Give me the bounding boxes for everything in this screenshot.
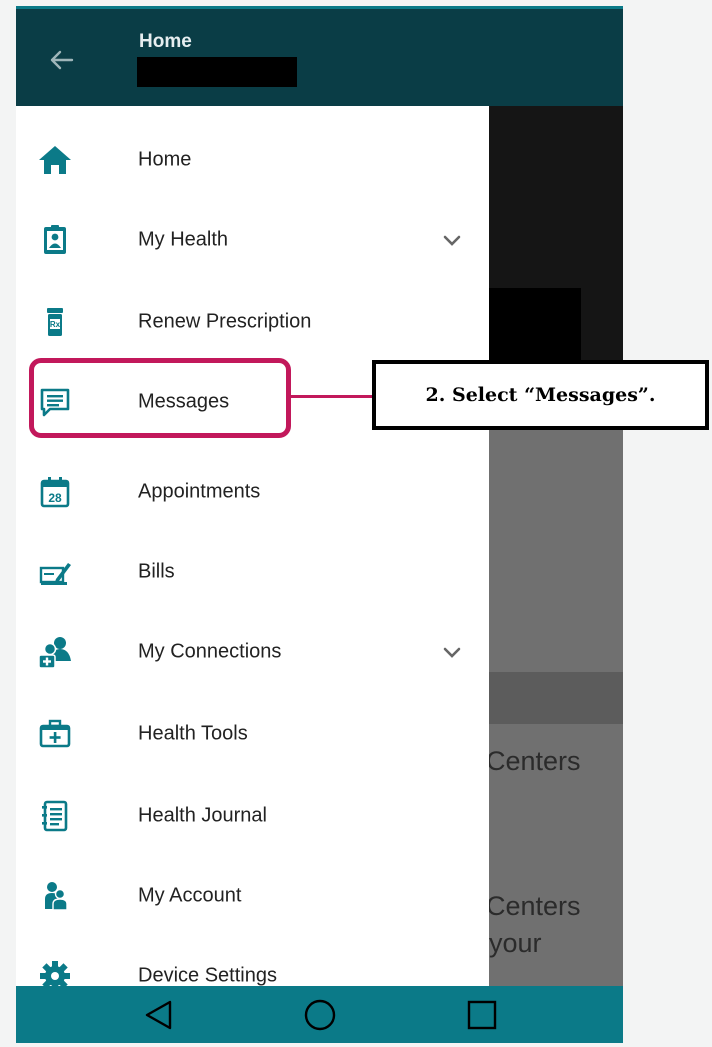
nav-recents-icon[interactable] <box>465 998 499 1032</box>
menu-item-label: Device Settings <box>138 964 277 987</box>
instruction-callout: 2. Select “Messages”. <box>372 360 709 430</box>
bill-icon <box>39 563 71 585</box>
nav-back-icon[interactable] <box>142 998 176 1032</box>
patient-card-icon <box>44 225 66 254</box>
redacted-block <box>489 288 581 360</box>
home-icon <box>39 146 71 174</box>
page-backdrop[interactable]: Centers Centers your <box>489 106 623 986</box>
menu-item-label: Bills <box>138 560 175 583</box>
backdrop-band <box>489 672 623 724</box>
backdrop-text: Centers <box>489 891 581 921</box>
medical-kit-icon <box>39 719 71 748</box>
phone-screen: Home Centers Centers your Home My Health… <box>16 6 623 1043</box>
gear-icon <box>40 961 70 986</box>
menu-item-label: Health Tools <box>138 722 248 745</box>
menu-item-label: My Health <box>138 228 229 251</box>
journal-icon <box>42 800 68 832</box>
menu-item-health-journal[interactable]: Health Journal <box>16 776 489 856</box>
callout-connector <box>291 395 376 398</box>
instruction-text: 2. Select “Messages”. <box>425 384 656 406</box>
system-nav-bar <box>16 986 623 1043</box>
chevron-down-icon[interactable] <box>441 229 463 251</box>
menu-item-label: Health Journal <box>138 804 267 827</box>
highlight-box <box>29 358 291 438</box>
calendar-icon: 28 <box>40 477 70 508</box>
menu-item-label: Home <box>138 148 192 171</box>
back-arrow-icon[interactable] <box>46 45 76 75</box>
nav-home-icon[interactable] <box>303 998 337 1032</box>
prescription-bottle-icon: Rx <box>47 308 63 336</box>
menu-item-my-account[interactable]: My Account <box>16 856 489 936</box>
menu-item-label: Appointments <box>138 480 261 503</box>
menu-item-my-health[interactable]: My Health <box>16 200 489 280</box>
menu-item-label: My Account <box>138 884 242 907</box>
svg-text:Rx: Rx <box>50 320 61 329</box>
menu-item-my-connections[interactable]: My Connections <box>16 612 489 692</box>
app-bar: Home <box>16 6 623 106</box>
menu-item-label: Renew Prescription <box>138 310 312 333</box>
backdrop-text: Centers <box>489 746 581 776</box>
app-bar-title: Home <box>139 31 192 52</box>
menu-item-label: My Connections <box>138 640 282 663</box>
account-icon <box>45 882 68 911</box>
connections-icon <box>38 637 71 669</box>
menu-item-home[interactable]: Home <box>16 120 489 200</box>
backdrop-text: your <box>489 928 542 958</box>
chevron-down-icon[interactable] <box>441 641 463 663</box>
menu-item-renew-prescription[interactable]: Rx Renew Prescription <box>16 282 489 362</box>
calendar-day-text: 28 <box>48 491 62 505</box>
menu-item-appointments[interactable]: 28 Appointments <box>16 452 489 532</box>
redacted-block <box>137 57 297 87</box>
menu-item-bills[interactable]: Bills <box>16 532 489 612</box>
menu-item-health-tools[interactable]: Health Tools <box>16 694 489 774</box>
menu-item-device-settings[interactable]: Device Settings <box>16 936 489 986</box>
navigation-drawer: Home My Health Rx Renew Prescription Mes… <box>16 106 489 986</box>
